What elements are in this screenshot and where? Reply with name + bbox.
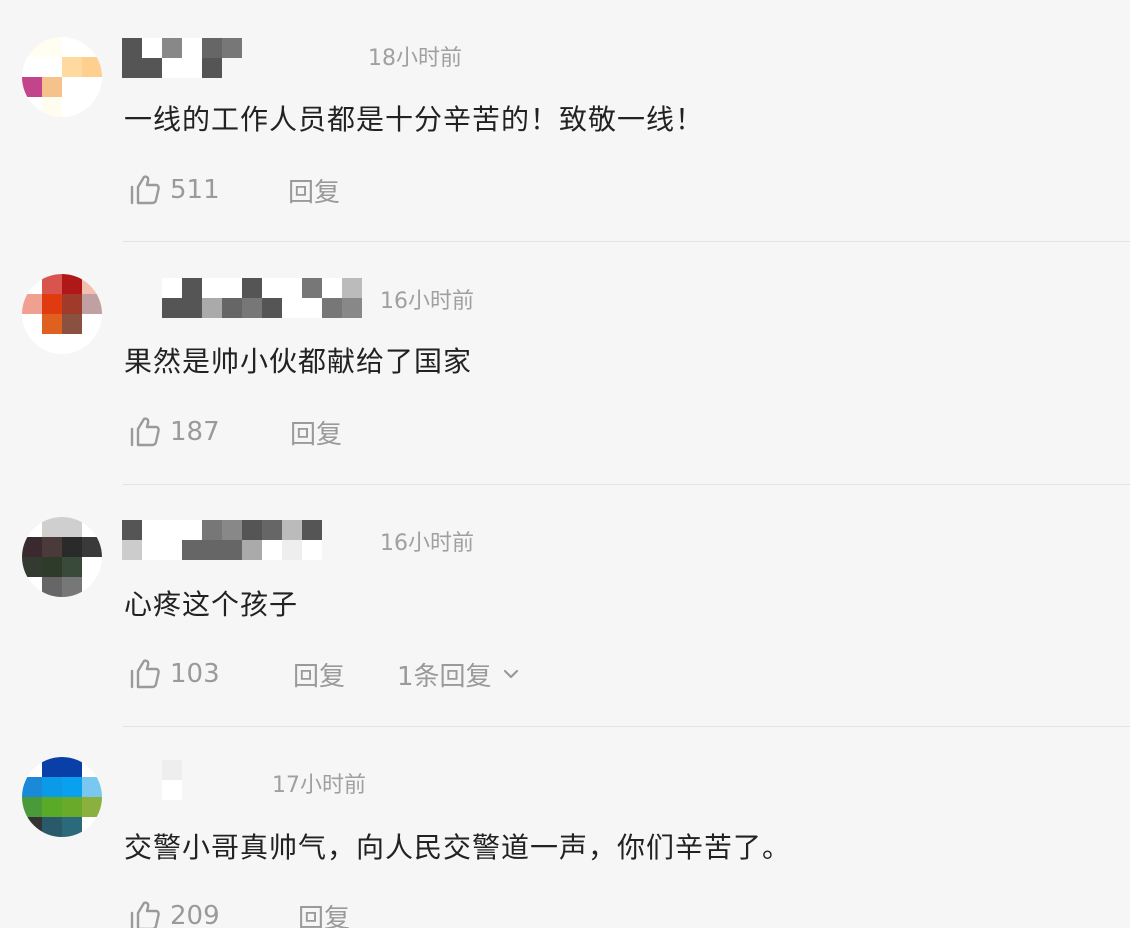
like-count: 511	[170, 175, 220, 205]
username-pixelated[interactable]	[162, 760, 182, 800]
chevron-down-icon	[492, 663, 522, 685]
like-button[interactable]: 187	[128, 415, 290, 449]
comment-divider	[123, 726, 1130, 727]
like-button[interactable]: 103	[128, 657, 293, 691]
like-button[interactable]: 209	[128, 899, 298, 928]
thumbs-up-icon	[128, 657, 162, 691]
comment-timestamp: 16小时前	[380, 289, 474, 314]
comment-actions: 103 回复 1条回复	[128, 656, 522, 692]
comment-timestamp: 18小时前	[368, 46, 462, 71]
comment-text: 心疼这个孩子	[124, 588, 299, 621]
view-replies-label: 1条回复	[397, 661, 492, 692]
like-count: 187	[170, 417, 220, 447]
comment-divider	[123, 241, 1130, 242]
comment-list: 18小时前 一线的工作人员都是十分辛苦的！致敬一线！ 511 回复 16小时前 果然是帅小…	[0, 0, 1130, 928]
comment-text: 交警小哥真帅气，向人民交警道一声，你们辛苦了。	[124, 831, 792, 864]
reply-button[interactable]: 回复	[293, 656, 397, 693]
username-pixelated[interactable]	[122, 38, 242, 78]
avatar[interactable]	[22, 757, 102, 837]
avatar[interactable]	[22, 517, 102, 597]
view-replies-button[interactable]: 1条回复	[397, 656, 522, 693]
reply-button[interactable]: 回复	[290, 414, 394, 451]
username-pixelated[interactable]	[122, 520, 322, 560]
like-count: 209	[170, 901, 220, 928]
avatar[interactable]	[22, 274, 102, 354]
comment-timestamp: 16小时前	[380, 531, 474, 556]
thumbs-up-icon	[128, 173, 162, 207]
comment-divider	[123, 484, 1130, 485]
comment-actions: 209 回复	[128, 898, 402, 928]
comment-text: 一线的工作人员都是十分辛苦的！致敬一线！	[124, 103, 705, 136]
reply-button[interactable]: 回复	[288, 172, 392, 209]
like-button[interactable]: 511	[128, 173, 288, 207]
comment-timestamp: 17小时前	[272, 773, 366, 798]
comment-actions: 511 回复	[128, 172, 392, 208]
comment-text: 果然是帅小伙都献给了国家	[124, 345, 473, 378]
avatar-mosaic	[22, 37, 102, 117]
avatar[interactable]	[22, 37, 102, 117]
avatar-mosaic	[22, 757, 102, 837]
like-count: 103	[170, 659, 220, 689]
avatar-mosaic	[22, 517, 102, 597]
reply-button[interactable]: 回复	[298, 898, 402, 928]
username-pixelated[interactable]	[162, 278, 362, 318]
avatar-mosaic	[22, 274, 102, 354]
thumbs-up-icon	[128, 899, 162, 928]
comment-actions: 187 回复	[128, 414, 394, 450]
thumbs-up-icon	[128, 415, 162, 449]
